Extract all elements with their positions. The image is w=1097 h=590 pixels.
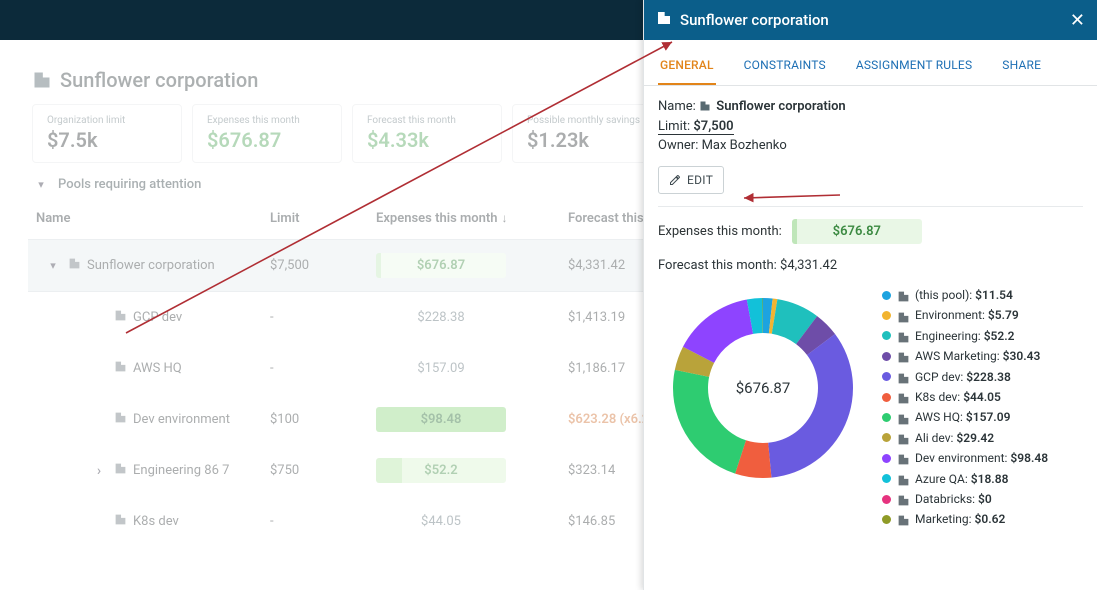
kv-name: Name: Sunflower corporation [658, 99, 1083, 116]
building-icon [897, 452, 909, 464]
building-icon [897, 513, 909, 525]
legend-item[interactable]: K8s dev: $44.05 [882, 387, 1048, 407]
building-icon [897, 371, 909, 383]
building-icon [897, 391, 909, 403]
legend-color-dot [882, 474, 891, 483]
chart-wrap: $676.87 (this pool): $11.54Environment: … [658, 283, 1083, 530]
building-icon [897, 432, 909, 444]
legend-label: Azure QA: $18.88 [915, 469, 1008, 489]
legend-label: AWS HQ: $157.09 [915, 407, 1010, 427]
legend-color-dot [882, 311, 891, 320]
legend-item[interactable]: AWS HQ: $157.09 [882, 407, 1048, 427]
building-icon [897, 289, 909, 301]
panel-header: Sunflower corporation ✕ [644, 0, 1097, 40]
chart-legend: (this pool): $11.54Environment: $5.79Eng… [882, 285, 1048, 530]
kv-label: Name: [658, 99, 696, 114]
tab-constraints[interactable]: CONSTRAINTS [742, 58, 828, 85]
legend-color-dot [882, 331, 891, 340]
legend-color-dot [882, 495, 891, 504]
legend-color-dot [882, 291, 891, 300]
legend-label: Databricks: $0 [915, 489, 992, 509]
legend-label: AWS Marketing: $30.43 [915, 346, 1040, 366]
tab-general[interactable]: GENERAL [658, 58, 716, 85]
legend-label: Dev environment: $98.48 [915, 448, 1048, 468]
expenses-label: Expenses this month: [658, 224, 782, 239]
building-icon [897, 493, 909, 505]
expenses-row: Expenses this month: $676.87 [658, 219, 1083, 244]
legend-label: Ali dev: $29.42 [915, 428, 994, 448]
kv-value: Max Bozhenko [702, 138, 787, 153]
legend-item[interactable]: Ali dev: $29.42 [882, 428, 1048, 448]
legend-color-dot [882, 515, 891, 524]
legend-item[interactable]: Marketing: $0.62 [882, 509, 1048, 529]
building-icon [897, 473, 909, 485]
panel-title: Sunflower corporation [680, 11, 1062, 29]
legend-color-dot [882, 352, 891, 361]
legend-color-dot [882, 433, 891, 442]
building-icon [699, 100, 711, 116]
legend-item[interactable]: Environment: $5.79 [882, 305, 1048, 325]
legend-label: Marketing: $0.62 [915, 509, 1005, 529]
panel-body: Name: Sunflower corporation Limit: $7,50… [644, 86, 1097, 546]
building-icon [656, 10, 672, 30]
tab-assignment-rules[interactable]: ASSIGNMENT RULES [854, 58, 974, 85]
building-icon [897, 310, 909, 322]
forecast-label: Forecast this month: [658, 258, 777, 273]
forecast-row: Forecast this month: $4,331.42 [658, 258, 1083, 273]
building-icon [897, 412, 909, 424]
donut-center-label: $676.87 [658, 283, 868, 493]
kv-label: Owner: [658, 138, 698, 153]
edit-label: EDIT [687, 173, 713, 187]
legend-color-dot [882, 393, 891, 402]
kv-owner: Owner: Max Bozhenko [658, 138, 1083, 153]
legend-color-dot [882, 454, 891, 463]
legend-item[interactable]: (this pool): $11.54 [882, 285, 1048, 305]
expenses-value: $676.87 [792, 219, 922, 244]
kv-value: Sunflower corporation [716, 99, 845, 114]
legend-item[interactable]: Databricks: $0 [882, 489, 1048, 509]
kv-value: $7,500 [693, 119, 733, 134]
legend-item[interactable]: AWS Marketing: $30.43 [882, 346, 1048, 366]
legend-label: GCP dev: $228.38 [915, 367, 1011, 387]
legend-item[interactable]: Dev environment: $98.48 [882, 448, 1048, 468]
forecast-value: $4,331.42 [780, 258, 837, 273]
kv-limit: Limit: $7,500 [658, 119, 1083, 135]
divider [658, 206, 1083, 207]
building-icon [897, 350, 909, 362]
edit-button[interactable]: EDIT [658, 166, 724, 194]
close-icon[interactable]: ✕ [1070, 10, 1085, 31]
building-icon [897, 330, 909, 342]
legend-color-dot [882, 413, 891, 422]
tab-share[interactable]: SHARE [1000, 58, 1043, 85]
donut-chart: $676.87 [658, 283, 868, 493]
legend-label: Engineering: $52.2 [915, 326, 1015, 346]
legend-item[interactable]: GCP dev: $228.38 [882, 367, 1048, 387]
kv-label: Limit: [658, 119, 690, 134]
legend-item[interactable]: Engineering: $52.2 [882, 326, 1048, 346]
panel-tabs: GENERAL CONSTRAINTS ASSIGNMENT RULES SHA… [644, 40, 1097, 86]
legend-label: K8s dev: $44.05 [915, 387, 1001, 407]
legend-label: (this pool): $11.54 [915, 285, 1013, 305]
legend-label: Environment: $5.79 [915, 305, 1019, 325]
legend-color-dot [882, 372, 891, 381]
legend-item[interactable]: Azure QA: $18.88 [882, 469, 1048, 489]
pencil-icon [669, 174, 681, 186]
pool-detail-panel: Sunflower corporation ✕ GENERAL CONSTRAI… [643, 0, 1097, 590]
